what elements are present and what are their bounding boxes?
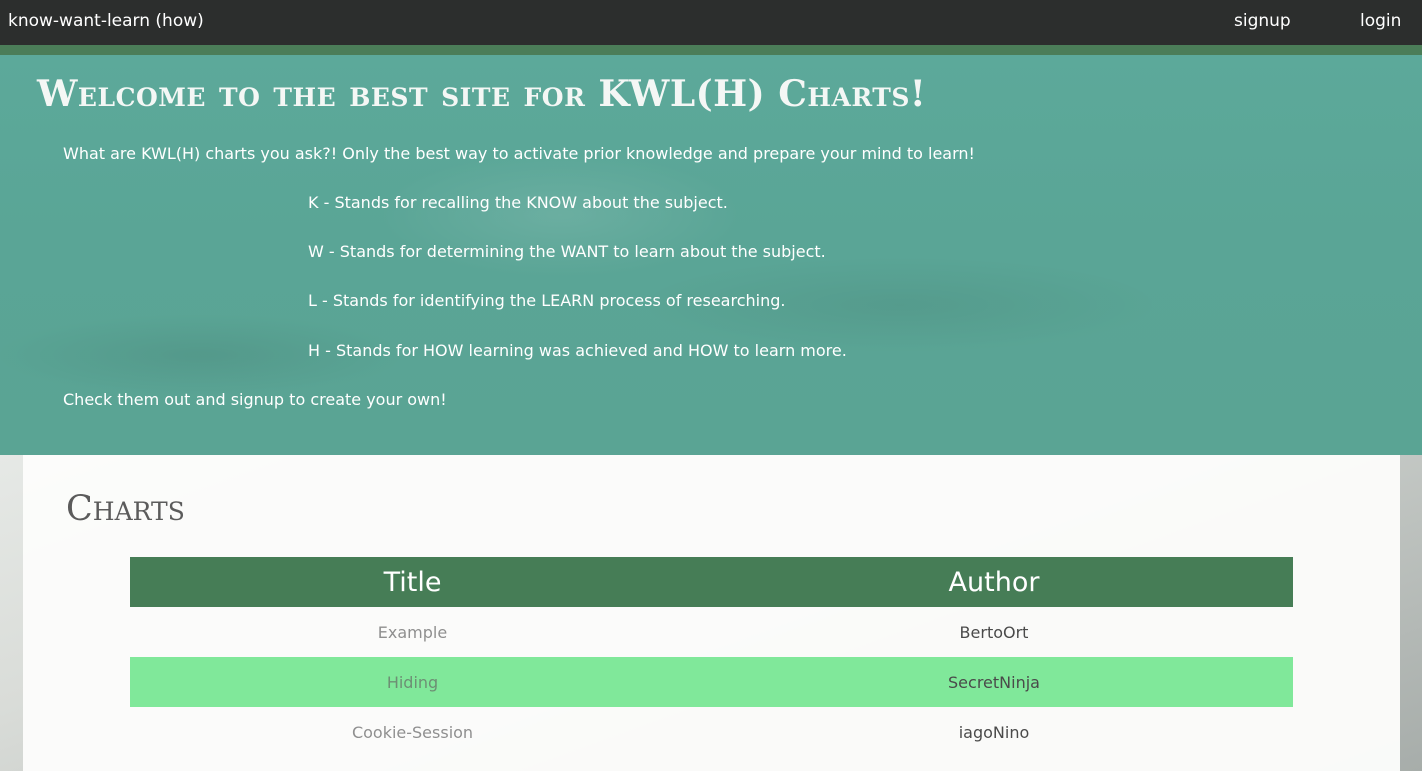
chart-title-link[interactable]: Hiding	[130, 657, 695, 707]
table-row[interactable]: Example BertoOrt	[130, 607, 1293, 657]
hero-intro: What are KWL(H) charts you ask?! Only th…	[63, 144, 975, 163]
chart-author: BertoOrt	[959, 622, 1029, 642]
hero-call-to-action: Check them out and signup to create your…	[63, 390, 447, 409]
login-link[interactable]: login	[1360, 11, 1401, 31]
column-header-title: Title	[130, 557, 695, 607]
column-header-author: Author	[695, 557, 1293, 607]
kwl-item-learn: L - Stands for identifying the LEARN pro…	[308, 291, 786, 310]
table-row[interactable]: Cookie-Session iagoNino	[130, 707, 1293, 757]
kwl-item-how: H - Stands for HOW learning was achieved…	[308, 341, 847, 360]
brand-link[interactable]: know-want-learn (how)	[8, 11, 204, 31]
kwl-item-know: K - Stands for recalling the KNOW about …	[308, 193, 728, 212]
charts-panel: Charts Title Author Example BertoOrt Hid…	[23, 455, 1400, 771]
signup-link[interactable]: signup	[1234, 11, 1291, 31]
charts-table: Title Author Example BertoOrt Hiding Sec…	[130, 557, 1293, 757]
chart-title-link[interactable]: Example	[130, 607, 695, 657]
chart-author: SecretNinja	[695, 657, 1293, 707]
table-header-row: Title Author	[130, 557, 1293, 607]
top-navbar: know-want-learn (how) signup login	[0, 0, 1422, 45]
hero-title: Welcome to the best site for KWL(H) Char…	[37, 73, 927, 115]
chart-author: iagoNino	[958, 722, 1030, 742]
kwl-item-want: W - Stands for determining the WANT to l…	[308, 242, 826, 261]
chart-title-link[interactable]: Cookie-Session	[130, 707, 695, 757]
hero-banner: Welcome to the best site for KWL(H) Char…	[0, 55, 1422, 455]
charts-heading: Charts	[66, 489, 185, 529]
table-row[interactable]: Hiding SecretNinja	[130, 657, 1293, 707]
nav-accent-stripe	[0, 45, 1422, 55]
